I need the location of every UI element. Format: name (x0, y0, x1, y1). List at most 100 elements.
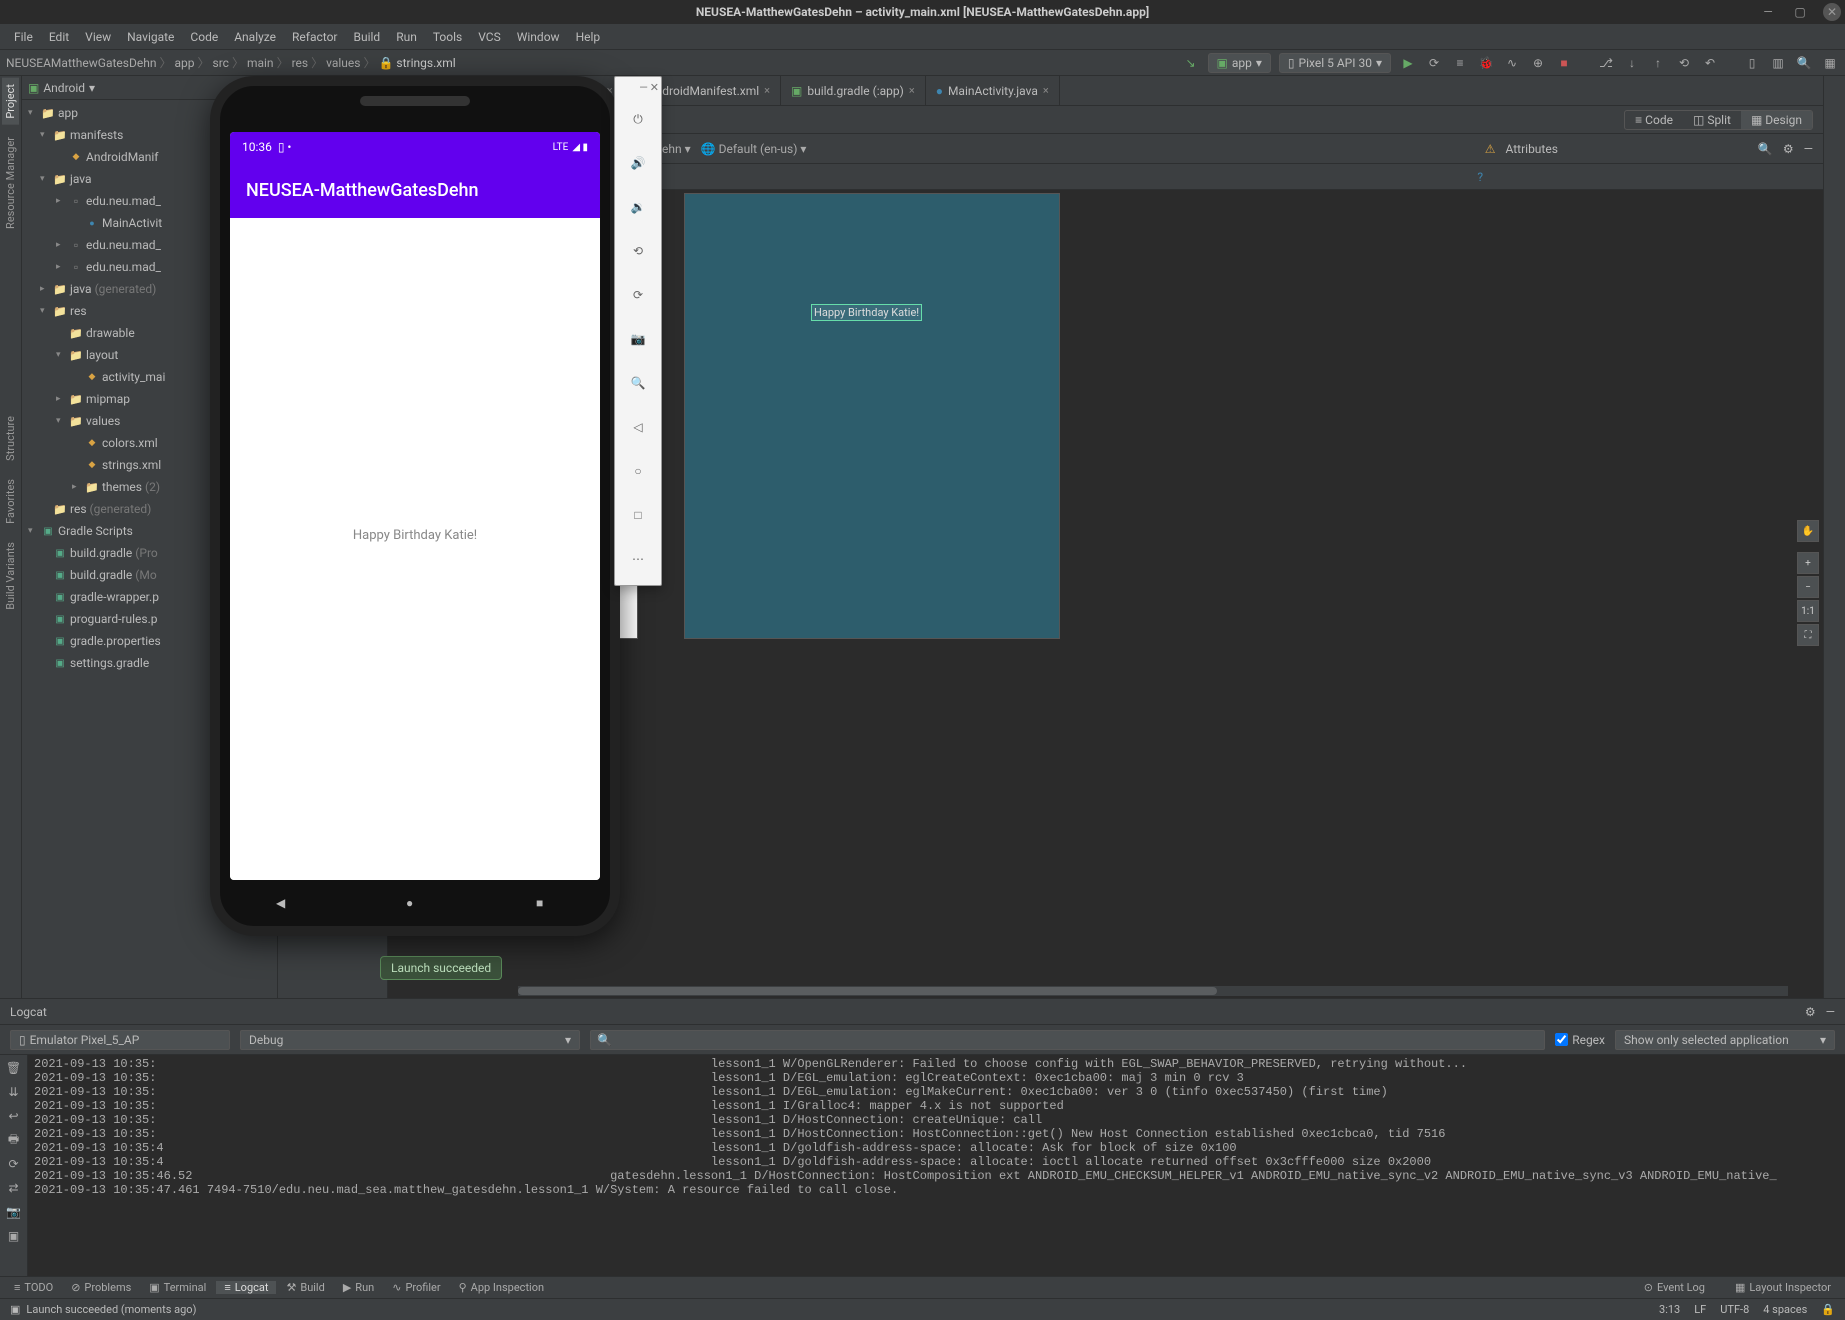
search-icon[interactable]: 🔍 (1758, 142, 1773, 156)
menu-run[interactable]: Run (388, 30, 425, 44)
wrap-icon[interactable]: ↩ (5, 1107, 23, 1125)
stop-icon[interactable]: ■ (1555, 54, 1573, 72)
settings-icon[interactable]: ▦ (1821, 54, 1839, 72)
crumb-src[interactable]: src (213, 56, 229, 70)
device-dropdown[interactable]: ▯ Pixel 5 API 30 ▾ (1279, 53, 1391, 73)
bottom-tab-logcat[interactable]: ≡Logcat (216, 1281, 276, 1294)
menu-tools[interactable]: Tools (425, 30, 470, 44)
scrollbar-thumb[interactable] (518, 987, 1217, 995)
bottom-tab-run[interactable]: ▶Run (335, 1281, 382, 1294)
close-icon[interactable]: ✕ (1823, 3, 1841, 21)
minimize-icon[interactable]: — (1804, 142, 1813, 156)
home-icon[interactable]: ○ (622, 455, 654, 487)
avd-manager-icon[interactable]: ▯ (1743, 54, 1761, 72)
menu-build[interactable]: Build (346, 30, 389, 44)
horizontal-scrollbar[interactable] (518, 986, 1788, 996)
help-icon[interactable]: ? (1477, 170, 1483, 184)
profile-icon[interactable]: ∿ (1503, 54, 1521, 72)
camera-icon[interactable]: 📷 (622, 323, 654, 355)
bottom-tab-appinspection[interactable]: ⚲App Inspection (451, 1281, 552, 1294)
volume-up-icon[interactable]: 🔊 (622, 147, 654, 179)
status-pin-icon[interactable]: ▣ (10, 1303, 20, 1316)
regex-checkbox[interactable]: Regex (1555, 1033, 1605, 1047)
emulator-screen[interactable]: 10:36 ▯ • LTE ◢ ▮ NEUSEA-MatthewGatesDeh… (230, 132, 600, 880)
minimize-icon[interactable]: — (639, 81, 648, 97)
menu-refactor[interactable]: Refactor (284, 30, 345, 44)
minimize-icon[interactable]: — (1759, 3, 1777, 21)
encoding[interactable]: UTF-8 (1720, 1303, 1749, 1316)
crumb-res[interactable]: res (292, 56, 309, 70)
search-icon[interactable]: 🔍 (1795, 54, 1813, 72)
indent[interactable]: 4 spaces (1763, 1303, 1807, 1316)
bottom-tab-layoutinspector[interactable]: ▦Layout Inspector (1727, 1281, 1839, 1294)
crumb-file[interactable]: 🔒strings.xml (378, 56, 455, 70)
breadcrumb[interactable]: NEUSEAMatthewGatesDehn〉 app〉 src〉 main〉 … (6, 54, 1182, 71)
crumb-root[interactable]: NEUSEAMatthewGatesDehn (6, 56, 156, 70)
power-icon[interactable]: ⏻ (622, 103, 654, 135)
git-branch-icon[interactable]: ⎇ (1597, 54, 1615, 72)
menu-edit[interactable]: Edit (41, 30, 77, 44)
crumb-app[interactable]: app (174, 56, 194, 70)
gutter-tab-project[interactable]: Project (2, 78, 19, 125)
maximize-icon[interactable]: ▢ (1791, 3, 1809, 21)
menu-code[interactable]: Code (182, 30, 226, 44)
emulator-window[interactable]: 10:36 ▯ • LTE ◢ ▮ NEUSEA-MatthewGatesDeh… (210, 76, 620, 936)
zoom-fit-button[interactable]: ⛶ (1797, 624, 1819, 646)
device-dropdown[interactable]: ▯Emulator Pixel_5_AP (10, 1030, 230, 1050)
preview-textview-selected[interactable]: Happy Birthday Katie! (811, 304, 922, 321)
editor-tab-mainactivity[interactable]: ●MainActivity.java× (926, 76, 1060, 105)
camera-icon[interactable]: 📷 (5, 1203, 23, 1221)
gear-icon[interactable]: ⚙ (1783, 142, 1794, 156)
bottom-tab-terminal[interactable]: ▣Terminal (141, 1281, 214, 1294)
zoom-in-button[interactable]: + (1797, 552, 1819, 574)
run-icon[interactable]: ▶ (1399, 54, 1417, 72)
close-tab-icon[interactable]: × (764, 84, 770, 97)
close-icon[interactable]: ✕ (650, 81, 659, 97)
sdk-manager-icon[interactable]: ▥ (1769, 54, 1787, 72)
project-panel-title[interactable]: ▣ Android ▾ (28, 81, 95, 95)
bottom-tab-eventlog[interactable]: ⊙Event Log (1636, 1281, 1713, 1294)
git-push-icon[interactable]: ↑ (1649, 54, 1667, 72)
menu-window[interactable]: Window (509, 30, 568, 44)
menu-view[interactable]: View (77, 30, 119, 44)
clear-icon[interactable]: 🗑 (5, 1059, 23, 1077)
editor-tab-gradle[interactable]: ▣build.gradle (:app)× (781, 76, 926, 105)
gear-icon[interactable]: ⚙ (1805, 1005, 1816, 1019)
debug-icon[interactable]: 🐞 (1477, 54, 1495, 72)
bottom-tab-todo[interactable]: ≡TODO (6, 1281, 61, 1294)
crumb-main[interactable]: main (247, 56, 274, 70)
attach-debugger-icon[interactable]: ⊕ (1529, 54, 1547, 72)
warning-icon[interactable] (1485, 142, 1496, 156)
gutter-tab-favorites[interactable]: Favorites (2, 473, 19, 530)
zoom-out-button[interactable]: − (1797, 576, 1819, 598)
restart-icon[interactable]: ⟳ (5, 1155, 23, 1173)
apply-changes-icon[interactable]: ⟳ (1425, 54, 1443, 72)
rotate-left-icon[interactable]: ⟲ (622, 235, 654, 267)
menu-vcs[interactable]: VCS (470, 30, 509, 44)
screenshot-icon[interactable]: ▣ (5, 1227, 23, 1245)
lock-icon[interactable]: 🔒 (1821, 1303, 1835, 1316)
gutter-tab-structure[interactable]: Structure (2, 410, 19, 467)
close-tab-icon[interactable]: × (909, 84, 915, 97)
loglevel-dropdown[interactable]: Debug▾ (240, 1030, 580, 1050)
overview-icon[interactable]: □ (622, 499, 654, 531)
mode-design[interactable]: ▦Design (1741, 111, 1812, 129)
rotate-right-icon[interactable]: ⟳ (622, 279, 654, 311)
logcat-search[interactable]: 🔍 (590, 1030, 1545, 1050)
run-config-dropdown[interactable]: ▣ app ▾ (1208, 53, 1271, 73)
zoom-reset-button[interactable]: 1:1 (1797, 600, 1819, 622)
bottom-tab-profiler[interactable]: ∿Profiler (384, 1281, 448, 1294)
home-button[interactable]: ● (406, 896, 424, 914)
minimize-icon[interactable]: — (1826, 1005, 1835, 1019)
make-icon[interactable]: ↘ (1182, 54, 1200, 72)
back-icon[interactable]: ◁ (622, 411, 654, 443)
gutter-tab-resource-manager[interactable]: Resource Manager (2, 131, 19, 235)
app-body[interactable]: Happy Birthday Katie! (230, 218, 600, 880)
mode-split[interactable]: ◫Split (1683, 111, 1741, 129)
bottom-tab-build[interactable]: ⚒Build (278, 1281, 332, 1294)
gutter-tab-build-variants[interactable]: Build Variants (2, 536, 19, 616)
apply-code-icon[interactable]: ≡ (1451, 54, 1469, 72)
menu-analyze[interactable]: Analyze (226, 30, 284, 44)
git-history-icon[interactable]: ⟲ (1675, 54, 1693, 72)
overview-button[interactable]: ■ (536, 896, 554, 914)
